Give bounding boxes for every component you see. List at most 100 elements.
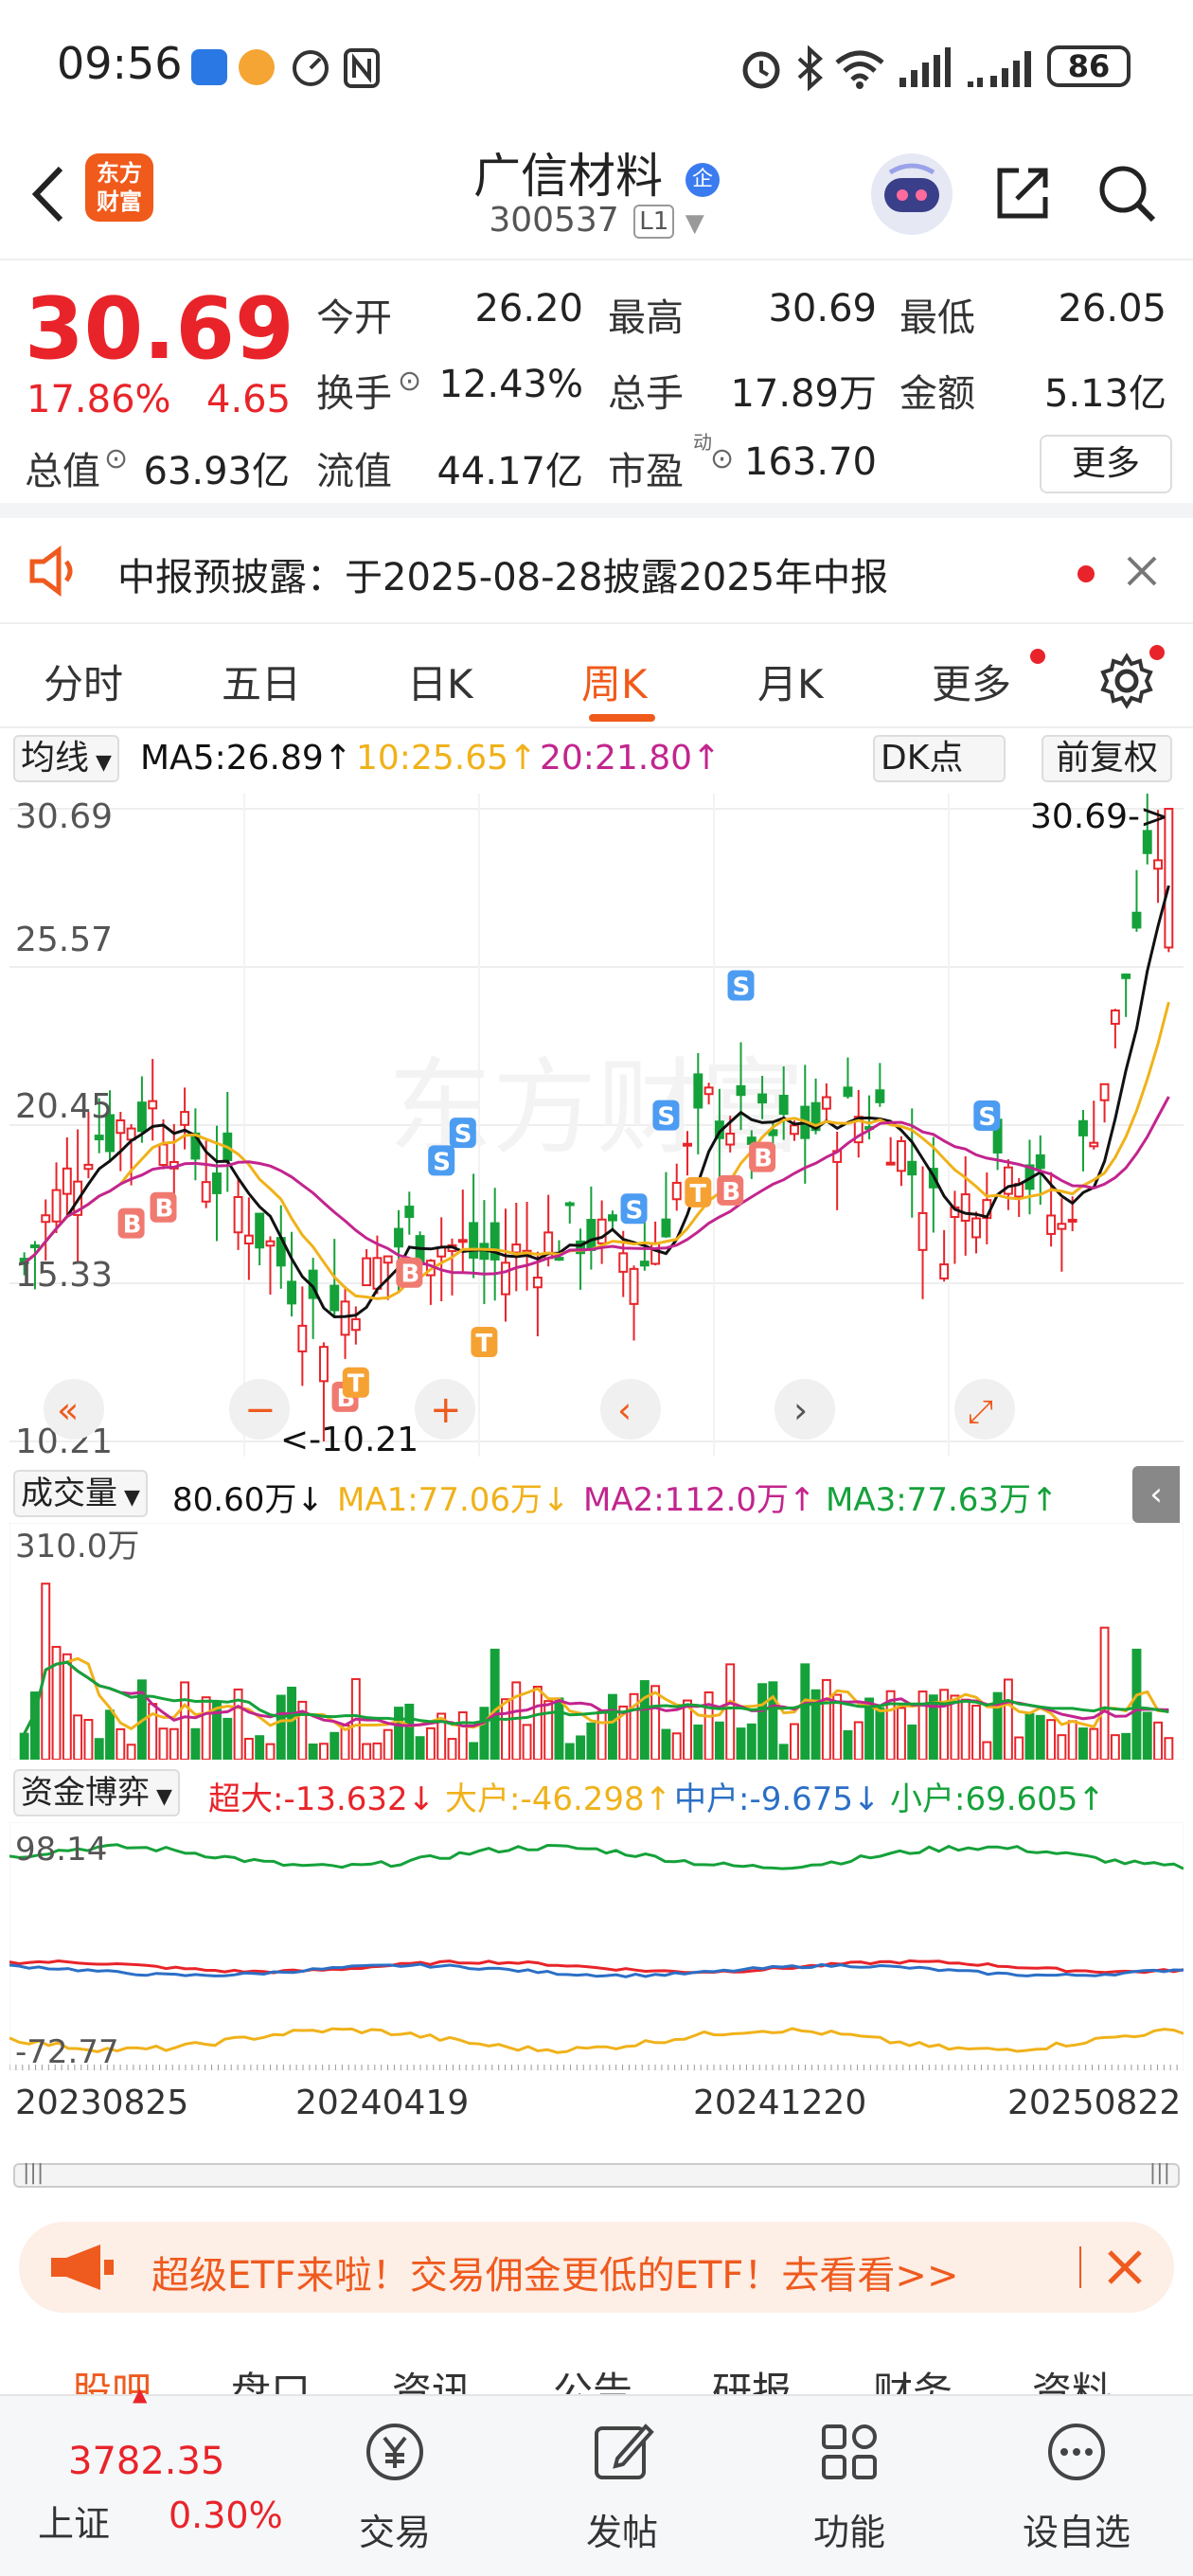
nav-trade[interactable]: 交易 <box>324 2419 466 2555</box>
signal-icon <box>968 51 1031 87</box>
speaker-icon <box>29 546 73 597</box>
indicator-label: 资金博弈 <box>21 1774 150 1812</box>
volume-bar <box>982 1741 992 1760</box>
quote-panel: 30.69 17.86% 4.65 今开 26.20 最高 30.69 最低 2… <box>0 262 1193 518</box>
level-badge: L1 <box>633 205 675 239</box>
candle-body <box>212 1172 222 1194</box>
candle-body <box>703 1086 714 1096</box>
volume-ma2: MA2:112.0万↑ <box>583 1481 816 1519</box>
fund-legend-bar: 资金博弈 ▼ 超大:-13.632↓ 大户:-46.298↑ 中户:-9.675… <box>0 1765 1193 1822</box>
etf-promo-banner[interactable]: 超级ETF来啦！交易佣金更低的ETF！去看看>> <box>19 2222 1174 2313</box>
candle-body <box>362 1257 372 1287</box>
volume-bar <box>950 1694 960 1760</box>
tab-more[interactable]: 更多 <box>932 653 1011 710</box>
super-large-value: 超大:-13.632↓ <box>208 1780 436 1818</box>
volume-bar <box>148 1703 158 1760</box>
tab-daily-k[interactable]: 日K <box>407 653 473 710</box>
candle-body <box>350 1317 361 1332</box>
robot-icon <box>884 163 939 212</box>
candle-body <box>404 1206 415 1218</box>
volume-bar <box>543 1700 554 1760</box>
field-value: 5.13亿 <box>1043 372 1166 416</box>
signal-marker-label: B <box>754 1145 773 1173</box>
signal-marker-label: B <box>155 1195 174 1224</box>
volume-bar <box>287 1686 297 1760</box>
chevron-left-icon: ‹ <box>617 1389 632 1431</box>
indicator-dropdown[interactable]: 均线 ▼ <box>13 735 119 782</box>
more-fields-button[interactable]: 更多 <box>1040 435 1172 493</box>
candle-body <box>94 1135 104 1141</box>
tab-weekly-k[interactable]: 周K <box>581 653 648 710</box>
left-handle[interactable]: ||| <box>23 2161 44 2185</box>
signal-marker-label: S <box>978 1103 996 1132</box>
volume-bars <box>19 1583 1174 1760</box>
nav-label: 设自选 <box>1022 2512 1131 2553</box>
candle-body <box>29 1243 40 1248</box>
candle-body <box>821 1096 831 1110</box>
volume-chart: 310.0万 <box>9 1523 1184 1760</box>
signal-marker-label: T <box>347 1370 365 1399</box>
alarm-icon <box>742 51 780 89</box>
info-icon[interactable]: ⊙ <box>104 442 128 475</box>
volume-bar <box>607 1693 617 1760</box>
battery-indicator: 86 <box>1047 45 1131 87</box>
y-axis-label: 310.0万 <box>15 1528 139 1565</box>
info-icon[interactable]: ⊙ <box>710 442 734 475</box>
candle-body <box>939 1263 950 1279</box>
index-ticker[interactable]: ▲ 3782.35 上证 0.30% <box>0 2383 284 2576</box>
nav-post[interactable]: 发帖 <box>551 2419 693 2555</box>
volume-legend-bar: 成交量 ▼ 80.60万↓ MA1:77.06万↓ MA2:112.0万↑ MA… <box>0 1466 1193 1523</box>
fund-indicator-dropdown[interactable]: 资金博弈 ▼ <box>13 1769 180 1816</box>
chart-range-scrollbar[interactable]: ||| ||| <box>13 2161 1180 2188</box>
volume-bar <box>1099 1626 1110 1760</box>
min-price-label: <-10.21 <box>280 1421 418 1457</box>
candle-body <box>372 1257 383 1290</box>
volume-bar <box>960 1698 970 1760</box>
dk-point-button[interactable]: DK点 <box>873 735 1006 782</box>
volume-bar <box>201 1696 211 1760</box>
field-label: 总值 <box>25 450 100 493</box>
ai-assistant-button[interactable] <box>871 153 953 235</box>
settings-gear-icon[interactable] <box>1098 653 1155 709</box>
volume-bar <box>703 1690 714 1760</box>
close-icon[interactable] <box>1104 2246 1146 2288</box>
status-bar: 09:56 86 <box>0 0 1193 133</box>
yen-cycle-icon <box>366 2424 423 2480</box>
search-button[interactable] <box>1096 163 1157 224</box>
volume-bar <box>746 1723 757 1760</box>
volume-bar <box>1121 1732 1131 1760</box>
adjust-dropdown[interactable]: 前复权 <box>1042 735 1172 782</box>
volume-bar <box>821 1678 831 1760</box>
bottom-toolbar: ▲ 3782.35 上证 0.30% 交易 发帖 功能 设自选 <box>0 2383 1193 2576</box>
up-arrow-icon: ▲ <box>133 2383 148 2406</box>
volume-bar <box>469 1742 479 1760</box>
tab-intraday[interactable]: 分时 <box>44 653 123 710</box>
unread-dot <box>1077 565 1095 582</box>
candle-body <box>1057 1223 1067 1230</box>
signal-icon <box>899 47 951 87</box>
volume-bar <box>1153 1721 1164 1760</box>
candle-body <box>917 1211 928 1251</box>
date-label: 20230825 <box>15 2084 189 2122</box>
tab-five-day[interactable]: 五日 <box>222 653 301 710</box>
notice-bar[interactable]: 中报预披露：于2025-08-28披露2025年中报 <box>0 518 1193 624</box>
minus-icon: − <box>244 1388 276 1432</box>
right-handle[interactable]: ||| <box>1149 2161 1170 2185</box>
signal-marker-label: S <box>657 1103 675 1132</box>
bs-markers: BBBTBSSTSST BBSS <box>117 970 1001 1413</box>
nav-label: 发帖 <box>585 2512 658 2553</box>
volume-bar <box>1057 1734 1067 1760</box>
tab-monthly-k[interactable]: 月K <box>757 653 824 710</box>
close-icon[interactable] <box>1123 552 1161 590</box>
kline-chart[interactable]: 东方财富 BBBTBSSTSST BBSS 30.69 25.57 20.45 1… <box>9 794 1184 1457</box>
nav-add-watchlist[interactable]: 设自选 <box>1006 2419 1148 2555</box>
volume-bar <box>490 1648 500 1760</box>
share-button[interactable] <box>992 163 1053 224</box>
nav-functions[interactable]: 功能 <box>778 2419 920 2555</box>
volume-bar <box>896 1707 906 1760</box>
collapse-panel-button[interactable]: ‹ <box>1132 1466 1180 1523</box>
candle-body <box>265 1240 276 1247</box>
field-value: 163.70 <box>744 440 877 484</box>
y-axis-label: 98.14 <box>15 1831 107 1869</box>
volume-indicator-dropdown[interactable]: 成交量 ▼ <box>13 1470 148 1517</box>
